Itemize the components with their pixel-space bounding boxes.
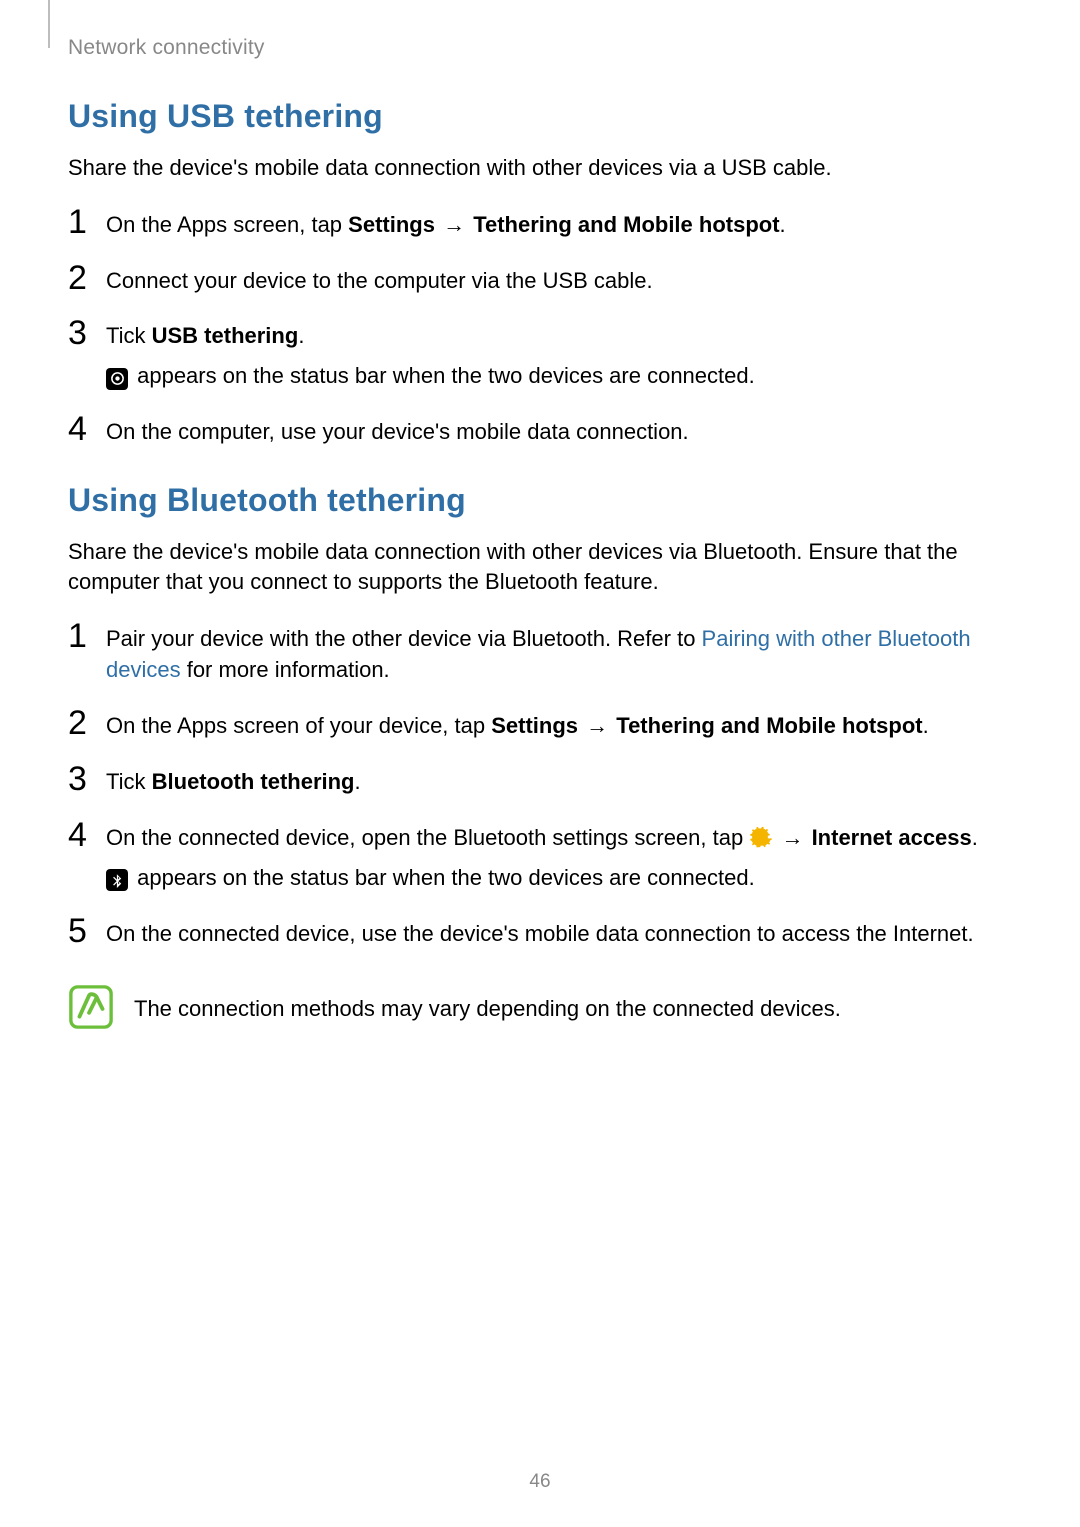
bold-text: Settings (348, 212, 435, 237)
text: Tick (106, 323, 152, 348)
step-number: 2 (68, 261, 106, 295)
text: . (355, 769, 361, 794)
step-bt-3: 3 Tick Bluetooth tethering. (68, 766, 1012, 798)
arrow: → (435, 212, 473, 237)
settings-gear-icon (750, 826, 772, 848)
step-text: On the Apps screen of your device, tap S… (106, 710, 1012, 742)
step-number: 4 (68, 818, 106, 852)
heading-usb-tethering: Using USB tethering (68, 98, 1012, 135)
step-number: 3 (68, 316, 106, 350)
arrow: → (773, 825, 811, 850)
step-text: Tick Bluetooth tethering. (106, 766, 1012, 798)
text: . (298, 323, 304, 348)
bold-text: Tethering and Mobile hotspot (473, 212, 779, 237)
heading-bluetooth-tethering: Using Bluetooth tethering (68, 482, 1012, 519)
intro-usb: Share the device's mobile data connectio… (68, 153, 1012, 183)
text: . (972, 825, 978, 850)
step-number: 4 (68, 412, 106, 446)
step-usb-1: 1 On the Apps screen, tap Settings → Tet… (68, 209, 1012, 241)
step-text: On the Apps screen, tap Settings → Tethe… (106, 209, 1012, 241)
text: appears on the status bar when the two d… (131, 865, 755, 890)
step-usb-3: 3 Tick USB tethering. appears on the sta… (68, 320, 1012, 392)
text: appears on the status bar when the two d… (131, 363, 755, 388)
step-text: Pair your device with the other device v… (106, 623, 1012, 687)
step-bt-2: 2 On the Apps screen of your device, tap… (68, 710, 1012, 742)
text: Tick (106, 769, 152, 794)
crop-mark (48, 0, 50, 48)
bold-text: Internet access (812, 825, 972, 850)
breadcrumb: Network connectivity (68, 36, 1012, 60)
text: On the connected device, open the Blueto… (106, 825, 749, 850)
step-number: 1 (68, 205, 106, 239)
text: for more information. (181, 657, 390, 682)
step-text: On the connected device, use the device'… (106, 918, 1012, 950)
step-usb-4: 4 On the computer, use your device's mob… (68, 416, 1012, 448)
bold-text: Tethering and Mobile hotspot (616, 713, 922, 738)
step-bt-1: 1 Pair your device with the other device… (68, 623, 1012, 687)
step-text: On the computer, use your device's mobil… (106, 416, 1012, 448)
bluetooth-status-icon (106, 869, 128, 891)
note-icon (68, 984, 114, 1030)
step-text: On the connected device, open the Blueto… (106, 822, 1012, 894)
text: . (923, 713, 929, 738)
step-bt-4: 4 On the connected device, open the Blue… (68, 822, 1012, 894)
steps-bt: 1 Pair your device with the other device… (68, 623, 1012, 950)
note-text: The connection methods may vary dependin… (134, 984, 841, 1025)
step-number: 2 (68, 706, 106, 740)
step-number: 5 (68, 914, 106, 948)
step-number: 1 (68, 619, 106, 653)
text: . (780, 212, 786, 237)
step-number: 3 (68, 762, 106, 796)
step-usb-2: 2 Connect your device to the computer vi… (68, 265, 1012, 297)
text: On the Apps screen of your device, tap (106, 713, 491, 738)
tether-status-icon (106, 368, 128, 390)
steps-usb: 1 On the Apps screen, tap Settings → Tet… (68, 209, 1012, 448)
step-bt-5: 5 On the connected device, use the devic… (68, 918, 1012, 950)
bold-text: Bluetooth tethering (152, 769, 355, 794)
step-text: Connect your device to the computer via … (106, 265, 1012, 297)
text: Pair your device with the other device v… (106, 626, 702, 651)
bold-text: USB tethering (152, 323, 299, 348)
bold-text: Settings (491, 713, 578, 738)
note-box: The connection methods may vary dependin… (68, 984, 1012, 1030)
text: On the Apps screen, tap (106, 212, 348, 237)
intro-bt: Share the device's mobile data connectio… (68, 537, 1012, 596)
page-number: 46 (0, 1471, 1080, 1493)
step-text: Tick USB tethering. appears on the statu… (106, 320, 1012, 392)
arrow: → (578, 713, 616, 738)
